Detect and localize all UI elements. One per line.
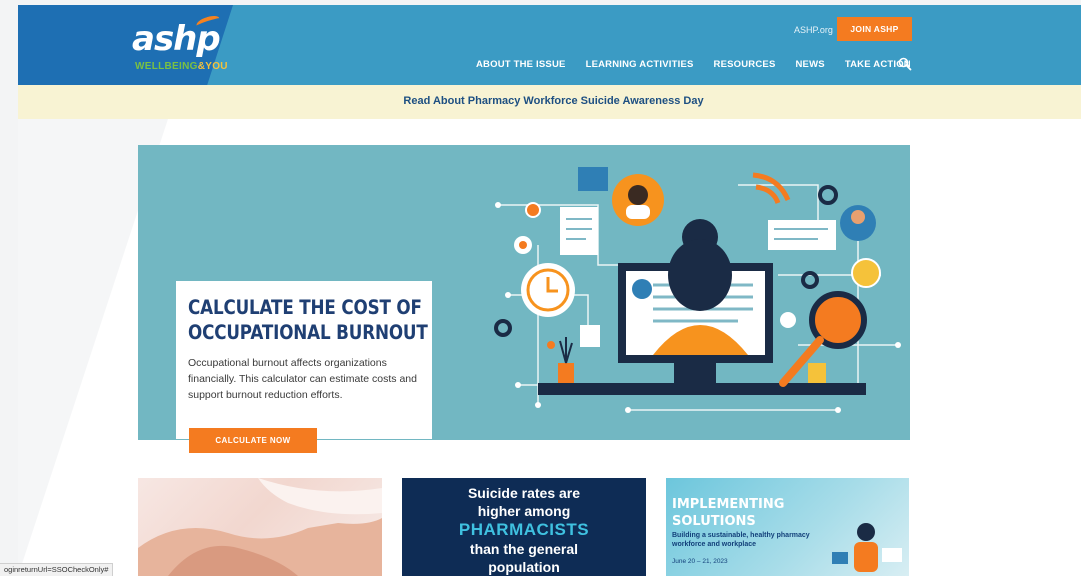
announcement-bar: Read About Pharmacy Workforce Suicide Aw… (18, 85, 1081, 119)
hero-body-text: Occupational burnout affects organizatio… (188, 357, 417, 401)
announcement-link[interactable]: Read About Pharmacy Workforce Suicide Aw… (403, 95, 703, 107)
card2-line4: population (488, 559, 560, 575)
nav-about-the-issue[interactable]: ABOUT THE ISSUE (476, 59, 566, 70)
ashp-org-link[interactable]: ASHP.org (794, 25, 833, 35)
nav-resources[interactable]: RESOURCES (714, 59, 776, 70)
card2-line2: higher among (477, 503, 571, 519)
card3-subtitle: Building a sustainable, healthy pharmacy… (672, 532, 810, 548)
card-implementing-solutions[interactable]: IMPLEMENTING SOLUTIONS Building a sustai… (666, 478, 909, 576)
join-ashp-button[interactable]: JOIN ASHP (837, 17, 912, 41)
logo-subtitle: WELLBEING&YOU (135, 61, 228, 72)
calculate-now-button[interactable]: CALCULATE NOW (189, 428, 317, 453)
card2-line3: than the general (469, 541, 579, 557)
logo-sub-wellbeing: WELLBEING (135, 61, 198, 72)
hero-title-line1: CALCULATE THE COST OF (188, 296, 422, 319)
card2-highlight: PHARMACISTS (458, 520, 590, 539)
card2-line1: Suicide rates are (467, 485, 581, 501)
page: ashp WELLBEING&YOU ASHP.org JOIN ASHP AB… (18, 5, 1081, 576)
card3-title-line2: SOLUTIONS (672, 514, 756, 529)
hero-title-line2: OCCUPATIONAL BURNOUT (188, 321, 428, 344)
people-illustration (832, 523, 902, 572)
site-header: ashp WELLBEING&YOU ASHP.org JOIN ASHP AB… (18, 5, 1081, 85)
card3-title-line1: IMPLEMENTING (672, 497, 785, 512)
hero-illustration (494, 167, 901, 413)
browser-status-bar: oginreturnUrl=SSOCheckOnly# (0, 563, 114, 576)
nav-learning-activities[interactable]: LEARNING ACTIVITIES (586, 59, 694, 70)
hands-illustration (138, 478, 382, 576)
logo-sub-you: &YOU (197, 61, 228, 72)
main-nav: ABOUT THE ISSUE LEARNING ACTIVITIES RESO… (476, 59, 931, 70)
card-hands-image[interactable] (138, 478, 382, 576)
card3-date: June 20 – 21, 2023 (672, 558, 728, 565)
nav-news[interactable]: NEWS (796, 59, 825, 70)
card3-title: IMPLEMENTING SOLUTIONS (672, 496, 784, 530)
search-icon[interactable] (898, 57, 912, 71)
card-suicide-rates[interactable]: Suicide rates are higher among PHARMACIS… (402, 478, 646, 576)
hero-card: CALCULATE THE COST OF OCCUPATIONAL BURNO… (176, 281, 432, 439)
